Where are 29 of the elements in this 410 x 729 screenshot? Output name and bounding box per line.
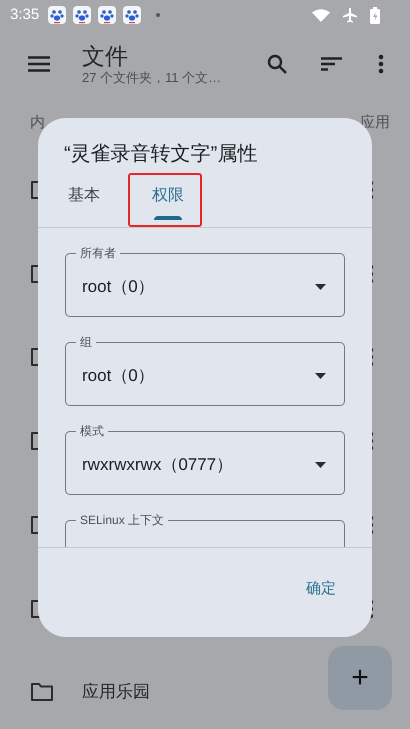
dropdown-arrow-icon bbox=[315, 373, 326, 379]
confirm-button[interactable]: 确定 bbox=[304, 578, 338, 600]
dropdown-field[interactable]: 组 root（0） bbox=[65, 334, 345, 406]
dropdown-field[interactable]: 模式 rwxrwxrwx（0777） bbox=[65, 423, 345, 495]
airplane-icon bbox=[342, 7, 358, 23]
section-label: 内 bbox=[30, 112, 45, 133]
dropdown-arrow-icon bbox=[315, 284, 326, 290]
search-icon[interactable] bbox=[267, 54, 287, 74]
app-notification-icon bbox=[73, 6, 92, 24]
battery-icon bbox=[370, 6, 380, 24]
dialog-title: “灵雀录音转文字”属性 bbox=[64, 142, 258, 167]
sort-icon[interactable] bbox=[321, 57, 342, 71]
app-notification-icon bbox=[98, 6, 116, 24]
wifi-icon bbox=[312, 8, 330, 22]
status-time: 3:35 bbox=[10, 4, 40, 25]
folder-icon bbox=[30, 682, 54, 702]
menu-icon[interactable] bbox=[28, 56, 50, 72]
app-notification-icon bbox=[48, 6, 66, 24]
tab[interactable]: 基本 bbox=[68, 168, 100, 227]
dropdown-field[interactable]: SELinux 上下文 bbox=[65, 512, 345, 547]
folder-summary: 27 个文件夹，11 个文… bbox=[82, 70, 222, 86]
tab[interactable]: 权限 bbox=[152, 168, 184, 227]
more-options-icon[interactable] bbox=[378, 54, 384, 74]
app-title: 文件 bbox=[82, 42, 129, 70]
app-notification-icon bbox=[123, 6, 142, 24]
folder-name[interactable]: 应用乐园 bbox=[82, 679, 150, 705]
add-button[interactable]: + bbox=[328, 646, 392, 710]
dropdown-arrow-icon bbox=[315, 462, 326, 468]
dropdown-field[interactable]: 所有者 root（0） bbox=[65, 245, 345, 317]
